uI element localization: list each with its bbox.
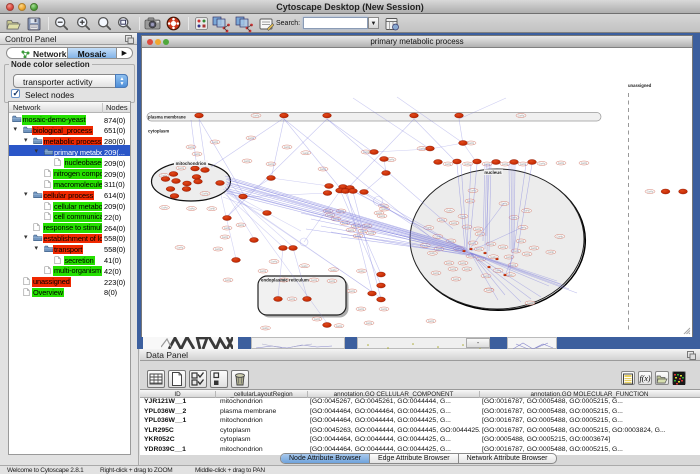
- svg-text:Gal4p: Gal4p: [450, 268, 457, 271]
- svg-text:Gal4p: Gal4p: [388, 159, 395, 162]
- svg-text:Gal4p: Gal4p: [330, 269, 337, 272]
- svg-text:Gal4p: Gal4p: [188, 146, 195, 149]
- svg-text:Gal4p: Gal4p: [289, 298, 296, 301]
- svg-text:Gal4p: Gal4p: [581, 162, 588, 165]
- svg-text:Gal4p: Gal4p: [501, 203, 508, 206]
- svg-text:Gal4p: Gal4p: [502, 163, 509, 166]
- svg-text:Gal4p: Gal4p: [524, 253, 531, 256]
- svg-text:Gal4p: Gal4p: [225, 279, 232, 282]
- svg-text:Gal4p: Gal4p: [253, 115, 260, 118]
- svg-text:Gal4p: Gal4p: [177, 247, 184, 250]
- svg-text:Gal4p: Gal4p: [539, 163, 546, 166]
- svg-text:Gal4p: Gal4p: [464, 226, 471, 229]
- svg-text:Gal4p: Gal4p: [433, 272, 440, 275]
- svg-text:Gal4p: Gal4p: [460, 262, 467, 265]
- svg-text:Gal4p: Gal4p: [329, 280, 336, 283]
- svg-text:Gal4p: Gal4p: [467, 200, 474, 203]
- svg-text:endoplasmic reticulum: endoplasmic reticulum: [261, 278, 309, 283]
- svg-text:Gal4p: Gal4p: [468, 142, 475, 145]
- svg-text:Gal4p: Gal4p: [557, 235, 564, 238]
- svg-text:Gal4p: Gal4p: [446, 209, 453, 212]
- svg-text:Gal4p: Gal4p: [303, 152, 310, 155]
- svg-text:Gal4p: Gal4p: [215, 248, 222, 251]
- svg-text:plasma membrane: plasma membrane: [148, 114, 186, 119]
- svg-text:Gal4p: Gal4p: [379, 215, 386, 218]
- svg-text:Gal4p: Gal4p: [464, 163, 471, 166]
- svg-text:Gal4p: Gal4p: [500, 246, 507, 249]
- svg-text:Gal4p: Gal4p: [558, 162, 565, 165]
- svg-text:Gal4p: Gal4p: [202, 193, 209, 196]
- svg-text:Gal4p: Gal4p: [464, 268, 471, 271]
- svg-text:Gal4p: Gal4p: [188, 208, 195, 211]
- svg-text:Gal4p: Gal4p: [262, 327, 269, 330]
- svg-text:Gal4p: Gal4p: [238, 224, 245, 227]
- svg-text:Gal4p: Gal4p: [453, 278, 460, 281]
- svg-text:Gal4p: Gal4p: [445, 163, 452, 166]
- svg-text:Gal4p: Gal4p: [301, 265, 308, 268]
- svg-text:mitochondrion: mitochondrion: [176, 161, 207, 166]
- svg-text:Gal4p: Gal4p: [358, 308, 365, 311]
- svg-text:cytoplasm: cytoplasm: [148, 129, 169, 134]
- svg-text:Gal4p: Gal4p: [194, 153, 201, 156]
- svg-text:Gal4p: Gal4p: [366, 322, 373, 325]
- svg-text:Gal4p: Gal4p: [260, 270, 267, 273]
- svg-text:Gal4p: Gal4p: [647, 191, 654, 194]
- svg-text:Gal4p: Gal4p: [429, 252, 436, 255]
- svg-text:Gal4p: Gal4p: [222, 236, 229, 239]
- svg-text:Gal4p: Gal4p: [531, 247, 538, 250]
- svg-text:Gal4p: Gal4p: [349, 290, 356, 293]
- svg-text:Gal4p: Gal4p: [244, 160, 251, 163]
- svg-text:Gal4p: Gal4p: [224, 227, 231, 230]
- svg-text:Gal4p: Gal4p: [470, 190, 477, 193]
- svg-text:Gal4p: Gal4p: [548, 251, 555, 254]
- svg-text:Gal4p: Gal4p: [381, 308, 388, 311]
- svg-text:Gal4p: Gal4p: [428, 320, 435, 323]
- svg-text:nucleus: nucleus: [484, 170, 502, 175]
- svg-text:Gal4p: Gal4p: [527, 302, 534, 305]
- svg-text:Gal4p: Gal4p: [475, 228, 482, 231]
- svg-text:Gal4p: Gal4p: [518, 115, 525, 118]
- svg-text:Gal4p: Gal4p: [358, 270, 365, 273]
- svg-text:Gal4p: Gal4p: [446, 262, 453, 265]
- svg-text:unassigned: unassigned: [628, 83, 652, 88]
- svg-text:Gal4p: Gal4p: [311, 279, 318, 282]
- svg-text:Gal4p: Gal4p: [209, 208, 216, 211]
- svg-text:Gal4p: Gal4p: [460, 215, 467, 218]
- svg-text:Gal4p: Gal4p: [336, 325, 343, 328]
- svg-text:Gal4p: Gal4p: [161, 207, 168, 210]
- svg-text:Gal4p: Gal4p: [284, 146, 291, 149]
- svg-text:Gal4p: Gal4p: [271, 261, 278, 264]
- svg-text:Gal4p: Gal4p: [314, 318, 321, 321]
- svg-text:Gal4p: Gal4p: [451, 222, 458, 225]
- svg-text:Gal4p: Gal4p: [178, 167, 185, 170]
